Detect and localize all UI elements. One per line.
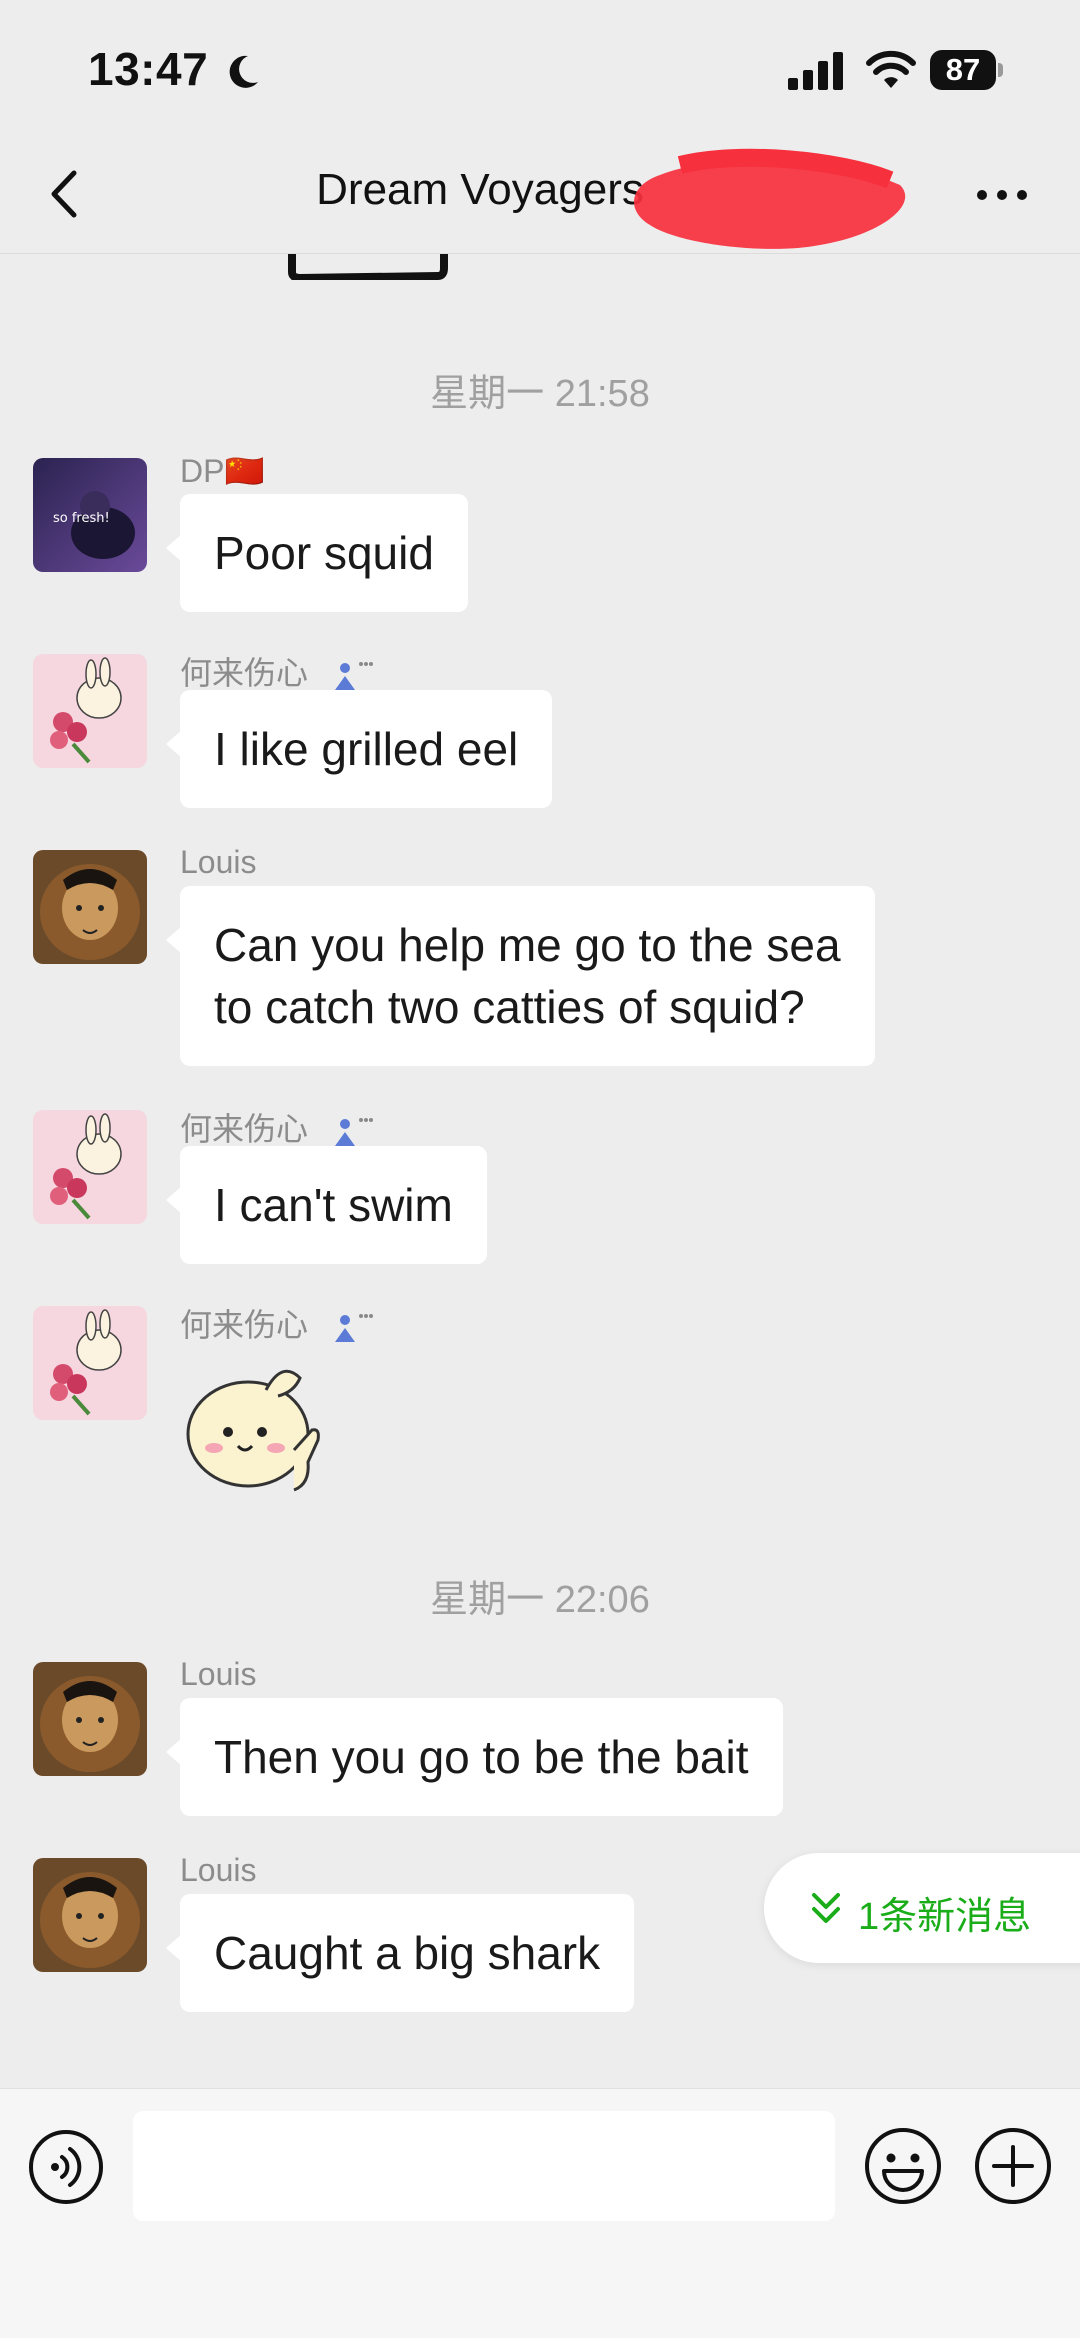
plus-icon[interactable]	[974, 2127, 1052, 2205]
sender-name: 何来伤心	[180, 1300, 375, 1346]
more-dots-icon[interactable]	[972, 175, 1032, 215]
new-message-button[interactable]: 1条新消息	[764, 1853, 1080, 1963]
cellular-signal-icon	[788, 52, 843, 90]
bunny-avatar[interactable]	[33, 654, 147, 768]
sender-name: 何来伤心	[180, 648, 375, 694]
message-bubble[interactable]: Caught a big shark	[165, 1894, 635, 2012]
message-line: Can you help me go to the sea	[214, 919, 841, 971]
svg-text:so fresh!: so fresh!	[53, 511, 110, 526]
meditation-status-icon	[334, 1117, 373, 1146]
lion-avatar[interactable]	[33, 1662, 147, 1776]
chat-header: Dream Voyagers	[0, 135, 1080, 254]
status-time: 13:47	[88, 43, 209, 95]
meditation-status-icon	[334, 1313, 373, 1342]
dp-avatar[interactable]: so fresh!	[33, 458, 147, 572]
chat-title-text: Dream Voyagers	[316, 165, 644, 214]
bunny-sticker[interactable]	[182, 1350, 342, 1500]
new-message-label: 1条新消息	[858, 1896, 1032, 1938]
message-bubble[interactable]: Can you help me go to the sea to catch t…	[166, 886, 875, 1066]
moon-icon	[229, 55, 258, 88]
message-bubble[interactable]: Poor squid	[166, 494, 468, 612]
time-divider: 星期一 22:06	[430, 1579, 650, 1621]
message-line: to catch two catties of squid?	[214, 981, 805, 1033]
message-bubble[interactable]: I can't swim	[166, 1146, 487, 1264]
redaction-scribble	[633, 148, 906, 249]
sender-name: Louis	[180, 1852, 257, 1888]
bunny-avatar[interactable]	[33, 1306, 147, 1420]
status-bar: 13:47 87	[0, 0, 1080, 135]
wifi-icon	[866, 50, 916, 88]
message-bubble[interactable]: I like grilled eel	[165, 690, 553, 808]
partial-sticker	[288, 254, 448, 280]
sender-name: 何来伤心	[180, 1104, 375, 1150]
time-divider: 星期一 21:58	[430, 373, 650, 415]
lion-avatar[interactable]	[33, 850, 147, 964]
lion-avatar[interactable]	[33, 1858, 147, 1972]
bunny-avatar[interactable]	[33, 1110, 147, 1224]
message-bubble[interactable]: Then you go to be the bait	[166, 1698, 783, 1816]
battery-icon: 87	[930, 50, 1004, 90]
meditation-status-icon	[334, 661, 373, 690]
emoji-icon[interactable]	[864, 2127, 942, 2205]
message-input[interactable]	[133, 2111, 835, 2221]
double-chevron-down-icon	[812, 1893, 840, 1923]
sender-name: Louis	[180, 844, 257, 880]
voice-icon[interactable]	[28, 2129, 104, 2205]
battery-level: 87	[930, 50, 996, 90]
sender-name: Louis	[180, 1656, 257, 1692]
input-bar	[0, 2088, 1080, 2338]
sender-name: DP🇨🇳	[180, 453, 265, 489]
